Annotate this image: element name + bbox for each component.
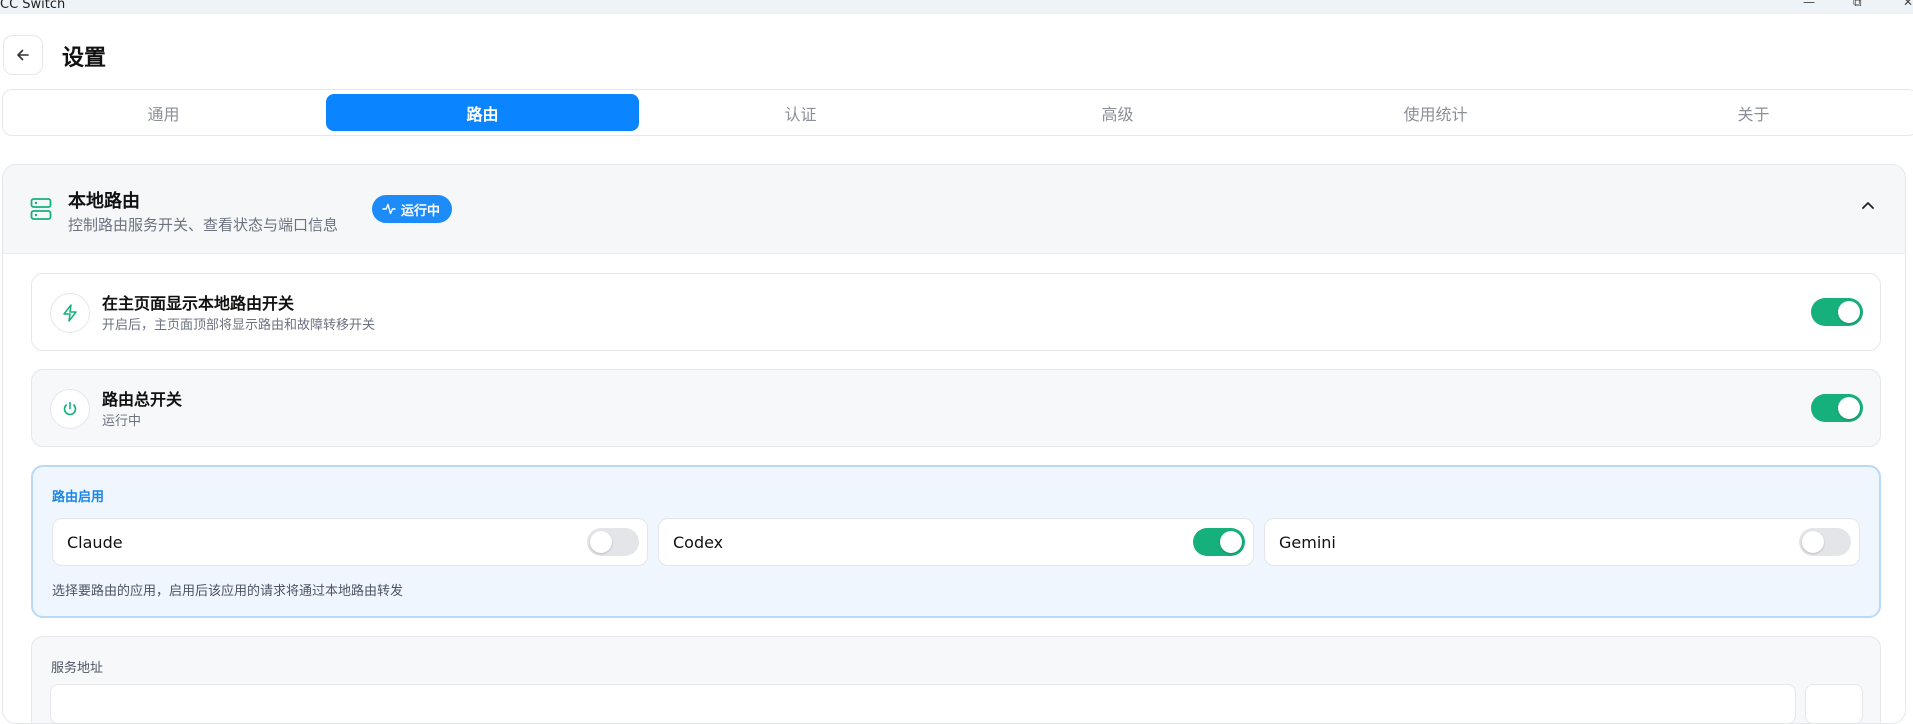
master-switch-title: 路由总开关 bbox=[102, 390, 183, 409]
app-name-gemini: Gemini bbox=[1279, 533, 1336, 552]
window-titlebar: CC Switch — ⧉ ✕ bbox=[0, 0, 1913, 14]
power-icon bbox=[63, 401, 77, 416]
toggle-knob bbox=[590, 531, 612, 553]
app-card-gemini: Gemini bbox=[1264, 518, 1860, 566]
settings-tabs: 通用 路由 认证 高级 使用统计 关于 bbox=[2, 89, 1913, 136]
toggle-knob bbox=[1802, 531, 1824, 553]
maximize-icon[interactable]: ⧉ bbox=[1853, 0, 1862, 8]
status-badge-label: 运行中 bbox=[401, 203, 441, 219]
local-router-card: 本地路由 控制路由服务开关、查看状态与端口信息 运行中 在主页面显示本地路由开关… bbox=[2, 164, 1906, 724]
show-on-home-title: 在主页面显示本地路由开关 bbox=[102, 294, 295, 313]
app-name-codex: Codex bbox=[673, 533, 724, 552]
show-on-home-toggle[interactable] bbox=[1811, 298, 1863, 326]
codex-toggle[interactable] bbox=[1193, 528, 1245, 556]
service-address-input[interactable] bbox=[50, 684, 1796, 723]
tab-general[interactable]: 通用 bbox=[7, 94, 320, 131]
tab-usage-stats[interactable]: 使用统计 bbox=[1279, 94, 1592, 131]
master-switch-row: 路由总开关 运行中 bbox=[31, 369, 1881, 447]
routing-apps-hint: 选择要路由的应用，启用后该应用的请求将通过本地路由转发 bbox=[52, 584, 404, 599]
service-address-section: 服务地址 bbox=[31, 636, 1881, 723]
tab-about[interactable]: 关于 bbox=[1597, 94, 1910, 131]
app-name-claude: Claude bbox=[67, 533, 123, 552]
claude-toggle[interactable] bbox=[587, 528, 639, 556]
tab-routing[interactable]: 路由 bbox=[326, 94, 639, 131]
local-router-title: 本地路由 bbox=[68, 191, 140, 212]
routing-apps-panel: 路由启用 Claude Codex Gemini 选择要路由的应用，启用后该应用… bbox=[31, 465, 1881, 618]
app-card-codex: Codex bbox=[658, 518, 1254, 566]
app-title: CC Switch bbox=[0, 0, 66, 12]
close-icon[interactable]: ✕ bbox=[1903, 0, 1913, 8]
page-title: 设置 bbox=[62, 46, 107, 71]
local-router-subtitle: 控制路由服务开关、查看状态与端口信息 bbox=[68, 216, 339, 234]
tab-advanced[interactable]: 高级 bbox=[961, 94, 1274, 131]
master-switch-subtitle: 运行中 bbox=[102, 414, 142, 429]
zap-icon bbox=[63, 304, 77, 322]
service-address-label: 服务地址 bbox=[51, 661, 104, 676]
gemini-toggle[interactable] bbox=[1799, 528, 1851, 556]
chevron-up-icon[interactable] bbox=[1861, 200, 1875, 210]
minimize-icon[interactable]: — bbox=[1803, 0, 1815, 8]
show-on-home-row: 在主页面显示本地路由开关 开启后，主页面顶部将显示路由和故障转移开关 bbox=[31, 273, 1881, 351]
toggle-knob bbox=[1838, 397, 1860, 419]
server-icon bbox=[30, 198, 52, 220]
zap-icon-wrapper bbox=[50, 293, 90, 333]
arrow-left-icon bbox=[17, 49, 29, 61]
toggle-knob bbox=[1220, 531, 1242, 553]
toggle-knob bbox=[1838, 301, 1860, 323]
status-badge: 运行中 bbox=[372, 195, 453, 223]
service-address-action-button[interactable] bbox=[1805, 684, 1863, 723]
app-card-claude: Claude bbox=[52, 518, 648, 566]
activity-icon bbox=[382, 203, 396, 215]
power-icon-wrapper bbox=[50, 389, 90, 429]
master-switch-toggle[interactable] bbox=[1811, 394, 1863, 422]
tab-auth[interactable]: 认证 bbox=[644, 94, 957, 131]
show-on-home-subtitle: 开启后，主页面顶部将显示路由和故障转移开关 bbox=[102, 318, 376, 333]
routing-apps-label: 路由启用 bbox=[52, 490, 105, 505]
local-router-header[interactable]: 本地路由 控制路由服务开关、查看状态与端口信息 运行中 bbox=[3, 165, 1905, 254]
back-button[interactable] bbox=[3, 35, 43, 75]
